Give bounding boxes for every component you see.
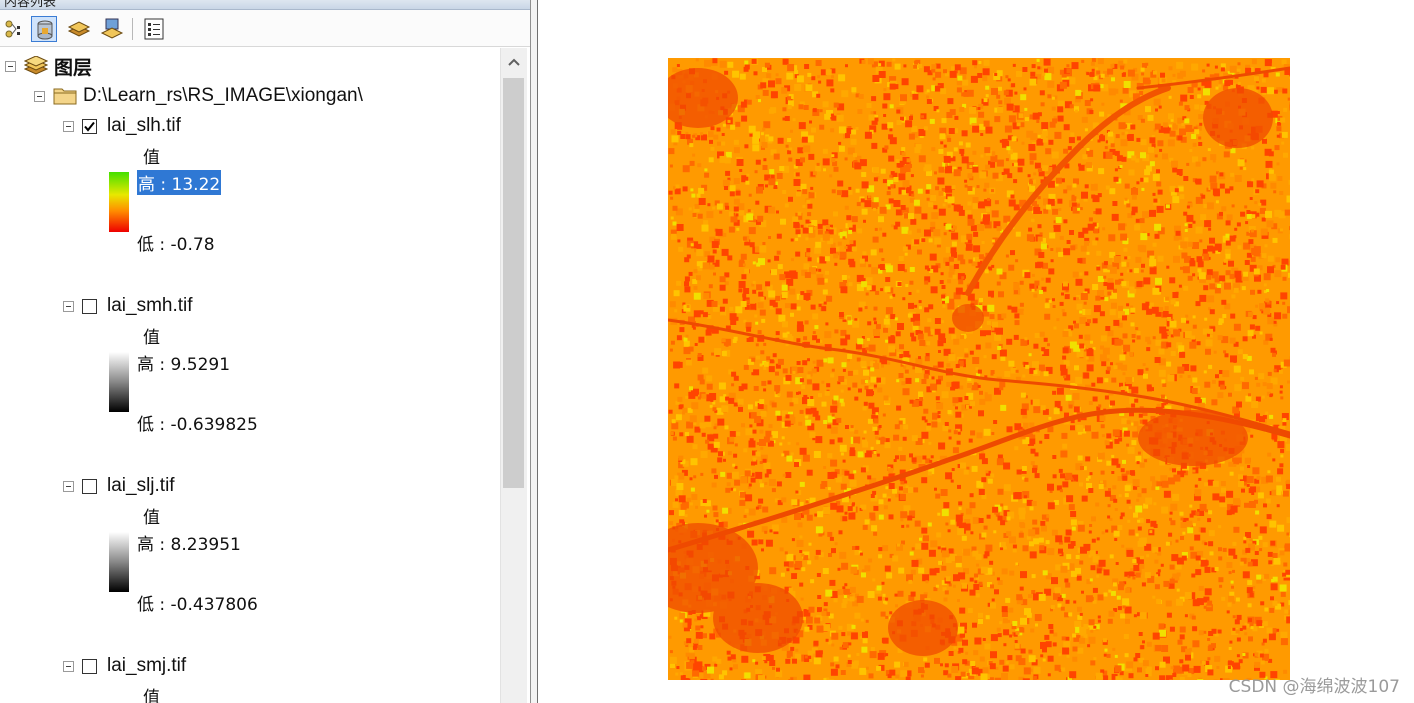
list-by-visibility-icon[interactable] [66, 16, 92, 42]
layers-icon [24, 56, 48, 75]
layer-item-lai-smj[interactable]: lai_smj.tif [63, 652, 186, 680]
toc-title: 内容列表 [4, 0, 57, 10]
table-of-contents-panel: 内容列表 图层 D:\Learn_rs\RS_IMAGE\xiongan\ la… [0, 0, 530, 703]
color-ramp-white-black [109, 352, 129, 412]
watermark-text: CSDN @海绵波波107 [1228, 677, 1400, 697]
layer-item-lai-slj[interactable]: lai_slj.tif [63, 472, 175, 500]
toc-title-bar: 内容列表 [0, 0, 530, 10]
layer-visibility-checkbox[interactable] [82, 658, 97, 674]
legend-field-label: 值 [143, 321, 160, 349]
collapse-toggle-icon[interactable] [34, 90, 45, 102]
folder-icon [53, 88, 77, 105]
layer-visibility-checkbox[interactable] [82, 118, 97, 134]
legend-low-value: 低 : -0.639825 [137, 408, 258, 436]
checkmark-icon [84, 121, 95, 132]
legend-high-text[interactable]: 高 : 13.22 [137, 169, 222, 195]
legend-field-text: 值 [143, 507, 160, 528]
legend-field-label: 值 [143, 681, 160, 703]
legend-field-label: 值 [143, 141, 160, 169]
collapse-toggle-icon[interactable] [63, 660, 74, 672]
map-view[interactable]: CSDN @海绵波波107 [538, 0, 1414, 703]
layer-item-lai-slh[interactable]: lai_slh.tif [63, 112, 181, 140]
layer-visibility-checkbox[interactable] [82, 478, 97, 494]
tree-root-label: 图层 [54, 57, 93, 79]
folder-path-label: D:\Learn_rs\RS_IMAGE\xiongan\ [83, 85, 363, 106]
options-icon[interactable] [141, 16, 167, 42]
legend-field-label: 值 [143, 501, 160, 529]
legend-low-value: 低 : -0.437806 [137, 588, 258, 616]
legend-high-text: 高 : 8.23951 [137, 534, 241, 555]
legend-field-text: 值 [143, 147, 160, 168]
list-by-drawing-order-icon[interactable] [2, 16, 28, 42]
legend-high-value: 高 : 9.5291 [137, 348, 230, 376]
layer-name: lai_slh.tif [107, 115, 181, 136]
raster-image-lai-slh[interactable] [668, 58, 1290, 680]
legend-field-text: 值 [143, 687, 160, 703]
toc-vertical-scrollbar[interactable] [500, 48, 527, 703]
layer-name: lai_slj.tif [107, 475, 175, 496]
layer-item-lai-smh[interactable]: lai_smh.tif [63, 292, 193, 320]
scrollbar-thumb[interactable] [503, 78, 524, 488]
legend-high-text: 高 : 9.5291 [137, 354, 231, 375]
collapse-toggle-icon[interactable] [63, 300, 74, 312]
layer-visibility-checkbox[interactable] [82, 298, 97, 314]
collapse-toggle-icon[interactable] [5, 60, 16, 72]
legend-low-value: 低 : -0.78 [137, 228, 215, 256]
legend-low-text: 低 : -0.437806 [137, 594, 258, 615]
tree-folder[interactable]: D:\Learn_rs\RS_IMAGE\xiongan\ [34, 82, 363, 110]
collapse-toggle-icon[interactable] [63, 120, 74, 132]
legend-high-value: 高 : 13.22 [137, 168, 222, 196]
tree-root-layers[interactable]: 图层 [5, 52, 92, 80]
panel-splitter[interactable] [530, 0, 538, 703]
list-by-selection-icon[interactable] [99, 16, 125, 42]
color-ramp-green-yellow-red [109, 172, 129, 232]
legend-low-text: 低 : -0.78 [137, 234, 215, 255]
layer-name: lai_smh.tif [107, 295, 193, 316]
layer-name: lai_smj.tif [107, 655, 187, 676]
layer-tree: 图层 D:\Learn_rs\RS_IMAGE\xiongan\ lai_slh… [0, 48, 500, 703]
color-ramp-white-black [109, 532, 129, 592]
legend-high-value: 高 : 8.23951 [137, 528, 241, 556]
list-by-source-icon[interactable] [31, 16, 57, 42]
toolbar-separator [132, 18, 133, 40]
legend-field-text: 值 [143, 327, 160, 348]
collapse-toggle-icon[interactable] [63, 480, 74, 492]
scroll-up-button[interactable] [501, 48, 527, 76]
toc-toolbar [0, 10, 530, 47]
legend-low-text: 低 : -0.639825 [137, 414, 258, 435]
chevron-up-icon [508, 58, 520, 66]
